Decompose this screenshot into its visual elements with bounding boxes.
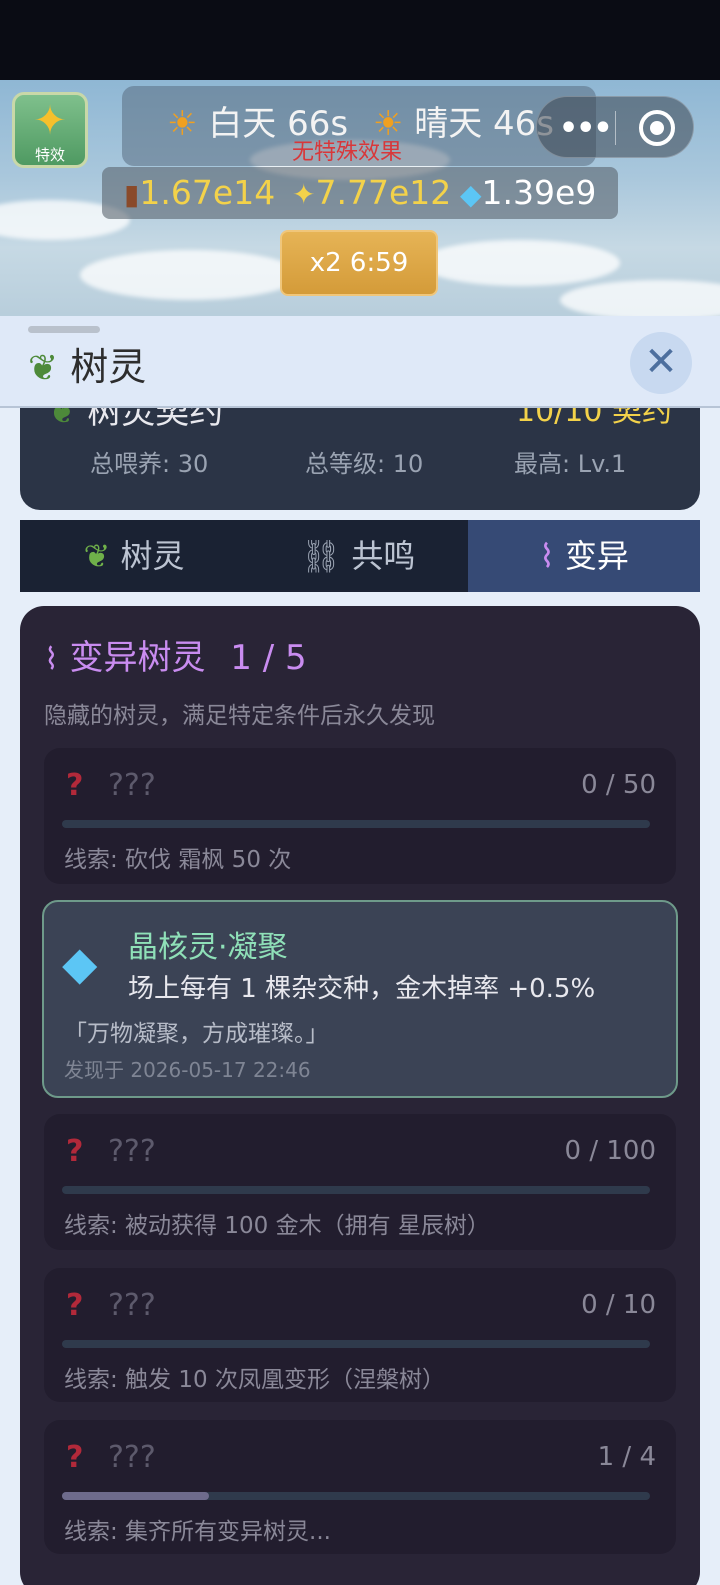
summary-title-clipped: ❦ 树灵契约 (48, 408, 223, 433)
item-progress: 0 / 50 (581, 770, 656, 800)
gem-icon: ◆ (62, 936, 98, 990)
found-date: 发现于 2026-05-17 22:46 (64, 1058, 311, 1082)
sprout-icon: ❦ (83, 537, 111, 575)
question-icon: ? (66, 1440, 84, 1475)
close-miniprogram-icon[interactable] (639, 110, 675, 146)
mutation-title-text: 变异树灵 (69, 638, 206, 678)
dna-icon: ⌇ (44, 642, 59, 677)
summary-title: 树灵契约 (87, 408, 224, 432)
item-progress: 1 / 4 (597, 1442, 656, 1472)
weather-effect-text: 无特殊效果 (292, 140, 403, 165)
stat-total-level: 总等级: 10 (305, 450, 424, 478)
mutation-item-locked: ? ??? 0 / 10 线索: 触发 10 次凤凰变形（涅槃树） (44, 1268, 676, 1402)
found-quote: 「万物凝聚，方成璀璨。」 (64, 1021, 329, 1047)
found-effect: 场上每有 1 棵杂交种，金木掉率 +0.5% (128, 974, 596, 1004)
wood-value: 1.67e14 (139, 173, 276, 212)
progress-track (62, 820, 650, 828)
mutation-item-found: ◆ 晶核灵·凝聚 场上每有 1 棵杂交种，金木掉率 +0.5% 「万物凝聚，方成… (42, 900, 678, 1098)
tab-label: 树灵 (120, 537, 185, 575)
tab-resonance[interactable]: ⛓ 共鸣 (248, 520, 468, 592)
capsule-divider (615, 111, 616, 145)
panel-content: ❦ 树灵契约 10/10 契约 总喂养: 30 总等级: 10 最高: Lv.1… (0, 408, 720, 1585)
resource-star: ✦7.77e12 (292, 173, 451, 212)
tab-label: 变异 (564, 537, 629, 575)
mutation-item-locked: ? ??? 1 / 4 线索: 集齐所有变异树灵... (44, 1420, 676, 1554)
question-icon: ? (66, 1134, 84, 1169)
item-clue: 线索: 砍伐 霜枫 50 次 (64, 847, 292, 873)
panel-header: ❦ 树灵 ✕ (0, 316, 720, 408)
log-icon: ▮ (124, 178, 140, 211)
item-clue: 线索: 集齐所有变异树灵... (64, 1519, 331, 1545)
progress-track (62, 1340, 650, 1348)
mutation-card: ⌇ 变异树灵 1 / 5 隐藏的树灵，满足特定条件后永久发现 ? ??? 0 /… (20, 606, 700, 1585)
mutation-description: 隐藏的树灵，满足特定条件后永久发现 (44, 703, 435, 729)
mutation-item-locked: ? ??? 0 / 50 线索: 砍伐 霜枫 50 次 (44, 748, 676, 884)
mutation-count: 1 / 5 (230, 638, 307, 678)
effects-label: 特效 (34, 146, 65, 164)
weather-panel: ☀ 白天 66s ☀ 晴天 46s 无特殊效果 (122, 86, 596, 166)
panel-title: ❦ 树灵 (28, 336, 146, 391)
item-name: ??? (108, 1288, 156, 1323)
progress-track (62, 1186, 650, 1194)
item-progress: 0 / 10 (581, 1290, 656, 1320)
question-icon: ? (66, 1288, 84, 1323)
tab-label: 共鸣 (351, 537, 416, 575)
tab-mutation[interactable]: ⌇ 变异 (468, 520, 700, 592)
link-icon: ⛓ (300, 537, 342, 575)
resource-gem: ◆1.39e9 (460, 173, 596, 212)
question-icon: ? (66, 768, 84, 803)
summary-contract-count: 10/10 契约 (516, 408, 672, 429)
effects-button[interactable]: ✦ 特效 (12, 92, 88, 168)
dna-icon: ⌇ (539, 537, 555, 575)
tab-bar: ❦ 树灵 ⛓ 共鸣 ⌇ 变异 (20, 520, 700, 592)
resource-wood: ▮1.67e14 (124, 173, 275, 212)
drag-handle[interactable] (28, 326, 100, 333)
more-menu-icon[interactable]: ••• (559, 111, 613, 146)
item-name: ??? (108, 1440, 156, 1475)
gem-icon: ◆ (460, 178, 482, 211)
star-value: 7.77e12 (315, 173, 452, 212)
sun-icon: ☀ (167, 104, 198, 144)
item-clue: 线索: 被动获得 100 金木（拥有 星辰树） (64, 1213, 490, 1239)
item-name: ??? (108, 1134, 156, 1169)
summary-card: ❦ 树灵契约 10/10 契约 总喂养: 30 总等级: 10 最高: Lv.1 (20, 408, 700, 510)
progress-track (62, 1492, 650, 1500)
close-button[interactable]: ✕ (630, 332, 692, 394)
sparkle-icon: ✦ (33, 98, 67, 144)
stat-max-level: 最高: Lv.1 (514, 450, 627, 478)
found-name: 晶核灵·凝聚 (128, 930, 288, 965)
sprout-icon: ❦ (48, 408, 77, 432)
mutation-title: ⌇ 变异树灵 1 / 5 (44, 630, 307, 679)
sprout-icon: ❦ (28, 348, 59, 389)
status-bar (0, 0, 720, 80)
item-clue: 线索: 触发 10 次凤凰变形（涅槃树） (64, 1367, 445, 1393)
boost-button[interactable]: x2 6:59 (280, 230, 438, 296)
mutation-item-locked: ? ??? 0 / 100 线索: 被动获得 100 金木（拥有 星辰树） (44, 1114, 676, 1250)
item-name: ??? (108, 768, 156, 803)
gem-value: 1.39e9 (481, 173, 597, 212)
panel-title-text: 树灵 (70, 345, 147, 389)
progress-fill (62, 1492, 209, 1500)
sparkle-icon: ✦ (292, 178, 316, 211)
item-progress: 0 / 100 (564, 1136, 656, 1166)
resources-bar: ▮1.67e14 ✦7.77e12 ◆1.39e9 (102, 167, 618, 219)
sunny-timer: 晴天 46s (414, 104, 554, 144)
tab-spirits[interactable]: ❦ 树灵 (20, 520, 248, 592)
miniprogram-capsule: ••• (536, 96, 694, 158)
stat-total-feed: 总喂养: 30 (90, 450, 209, 478)
